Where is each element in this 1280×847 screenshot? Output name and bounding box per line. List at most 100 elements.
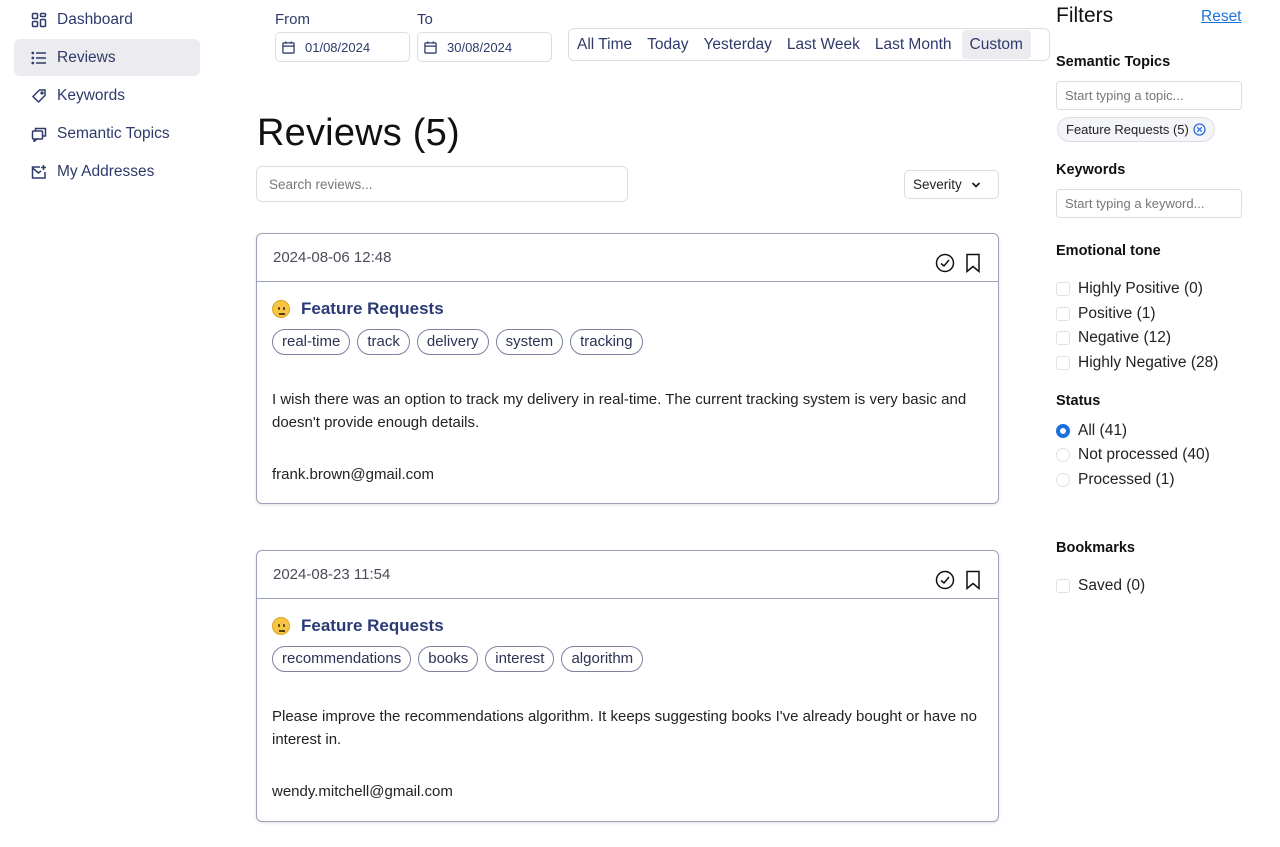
reviewer-email: frank.brown@gmail.com (272, 466, 434, 483)
semantic-topics-heading: Semantic Topics (1056, 54, 1171, 70)
check-circle-icon (935, 570, 955, 590)
option-label: Highly Positive (0) (1078, 280, 1203, 297)
keyword-tag[interactable]: real-time (272, 329, 351, 355)
review-card-header: 2024-08-06 12:48 (257, 234, 998, 282)
bookmarks-heading: Bookmarks (1056, 540, 1135, 556)
reset-filters-link[interactable]: Reset (1201, 8, 1242, 26)
from-date-input[interactable]: 01/08/2024 (275, 32, 410, 62)
bookmark-icon (966, 253, 980, 273)
tone-negative-checkbox[interactable]: Negative (12) (1056, 329, 1171, 347)
review-topic[interactable]: Feature Requests (301, 299, 444, 319)
status-heading: Status (1056, 393, 1101, 409)
preset-custom[interactable]: Custom (961, 30, 1031, 59)
keyword-tag[interactable]: recommendations (272, 646, 412, 672)
review-actions (927, 253, 983, 273)
review-text: I wish there was an option to track my d… (272, 391, 967, 431)
sidebar-item-my-addresses[interactable]: My Addresses (14, 153, 200, 190)
remove-chip-button[interactable] (1193, 123, 1206, 136)
keyword-tags: recommendations books interest algorithm (272, 646, 983, 672)
review-date: 2024-08-06 12:48 (273, 249, 392, 266)
keyword-tag[interactable]: tracking (570, 329, 643, 355)
to-label: To (417, 11, 433, 28)
keyword-tag[interactable]: algorithm (561, 646, 644, 672)
keyword-tag[interactable]: interest (485, 646, 555, 672)
neutral-face-icon (272, 617, 290, 635)
check-circle-icon (935, 253, 955, 273)
dashboard-icon (30, 11, 48, 29)
preset-all-time[interactable]: All Time (572, 30, 637, 59)
keyword-tag[interactable]: delivery (416, 329, 489, 355)
review-card-header: 2024-08-23 11:54 (257, 551, 998, 599)
filters-title: Filters (1056, 4, 1114, 27)
keyword-tag[interactable]: books (418, 646, 479, 672)
tag-icon (30, 87, 48, 105)
to-date-input[interactable]: 30/08/2024 (417, 32, 552, 62)
review-actions (927, 570, 983, 590)
sidebar-item-label: Reviews (57, 48, 116, 66)
calendar-icon (424, 40, 437, 54)
search-input[interactable] (256, 166, 628, 202)
option-label: Processed (1) (1078, 471, 1175, 488)
from-date-group: From 01/08/2024 (275, 11, 410, 62)
to-date-value: 30/08/2024 (447, 39, 513, 55)
sidebar-item-keywords[interactable]: Keywords (14, 77, 200, 114)
bookmark-icon (966, 570, 980, 590)
option-label: All (41) (1078, 422, 1128, 439)
chevron-down-icon (971, 181, 980, 188)
mail-icon (30, 163, 48, 181)
keyword-tag[interactable]: system (495, 329, 564, 355)
preset-today[interactable]: Today (642, 30, 693, 59)
tone-highly-negative-checkbox[interactable]: Highly Negative (28) (1056, 354, 1218, 372)
review-card: 2024-08-06 12:48 Feature Requests real-t… (256, 233, 999, 504)
reviewer-email: wendy.mitchell@gmail.com (272, 783, 453, 800)
sidebar-item-label: Semantic Topics (57, 124, 170, 142)
tone-positive-checkbox[interactable]: Positive (1) (1056, 305, 1156, 323)
close-circle-icon (1193, 123, 1206, 136)
keyword-filter-input[interactable] (1056, 189, 1242, 218)
status-processed-radio[interactable]: Processed (1) (1056, 471, 1174, 489)
preset-last-week[interactable]: Last Week (782, 30, 865, 59)
neutral-face-icon (272, 300, 290, 318)
topic-filter-input[interactable] (1056, 81, 1242, 110)
sidebar-item-dashboard[interactable]: Dashboard (14, 1, 200, 38)
option-label: Saved (0) (1078, 577, 1146, 594)
review-text: Please improve the recommendations algor… (272, 708, 977, 748)
bookmark-saved-checkbox[interactable]: Saved (0) (1056, 577, 1145, 595)
status-not-processed-radio[interactable]: Not processed (40) (1056, 446, 1210, 464)
topic-chip-label: Feature Requests (5) (1066, 122, 1189, 137)
chat-icon (30, 125, 48, 143)
sidebar-item-label: My Addresses (57, 162, 155, 180)
keyword-tag[interactable]: track (357, 329, 410, 355)
bookmark-button[interactable] (963, 253, 983, 273)
option-label: Positive (1) (1078, 305, 1156, 322)
mark-processed-button[interactable] (935, 570, 955, 590)
severity-label: Severity (913, 177, 962, 192)
from-label: From (275, 11, 310, 28)
review-topic[interactable]: Feature Requests (301, 616, 444, 636)
sidebar-item-reviews[interactable]: Reviews (14, 39, 200, 76)
keyword-tags: real-time track delivery system tracking (272, 329, 983, 355)
status-all-radio[interactable]: All (41) (1056, 422, 1127, 440)
to-date-group: To 30/08/2024 (417, 11, 552, 62)
date-preset-group: All Time Today Yesterday Last Week Last … (568, 28, 1050, 61)
review-card: 2024-08-23 11:54 Feature Requests recomm… (256, 550, 999, 822)
option-label: Not processed (40) (1078, 446, 1210, 463)
page-title: Reviews (5) (257, 112, 460, 154)
topic-filter-chip: Feature Requests (5) (1057, 117, 1215, 142)
emotional-tone-heading: Emotional tone (1056, 243, 1161, 259)
preset-last-month[interactable]: Last Month (870, 30, 957, 59)
from-date-value: 01/08/2024 (305, 39, 371, 55)
bookmark-button[interactable] (963, 570, 983, 590)
calendar-icon (282, 40, 295, 54)
tone-highly-positive-checkbox[interactable]: Highly Positive (0) (1056, 280, 1203, 298)
option-label: Highly Negative (28) (1078, 354, 1219, 371)
severity-sort-dropdown[interactable]: Severity (904, 170, 999, 199)
keywords-heading: Keywords (1056, 162, 1126, 178)
sidebar-item-semantic-topics[interactable]: Semantic Topics (14, 115, 200, 152)
sidebar-item-label: Dashboard (57, 10, 133, 28)
review-date: 2024-08-23 11:54 (273, 566, 391, 583)
mark-processed-button[interactable] (935, 253, 955, 273)
sidebar-item-label: Keywords (57, 86, 126, 104)
preset-yesterday[interactable]: Yesterday (699, 30, 777, 59)
sidebar: Dashboard Reviews Keywords Semantic Topi… (14, 0, 200, 190)
